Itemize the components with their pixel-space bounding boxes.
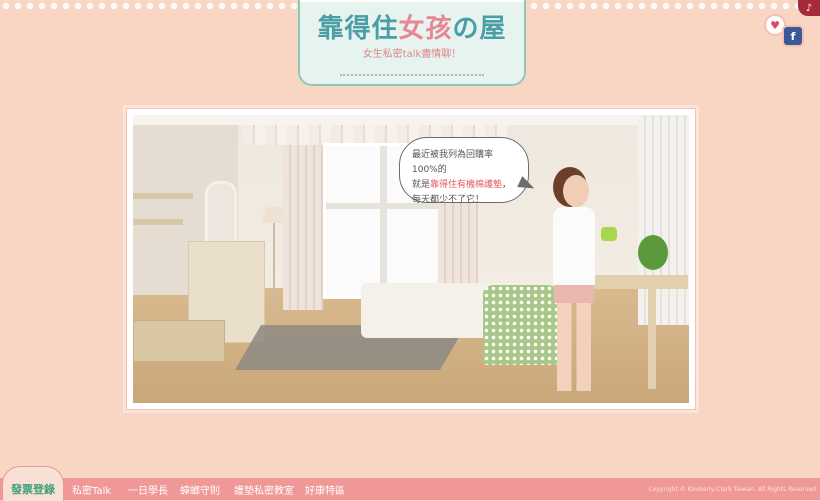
mirror bbox=[205, 181, 237, 247]
nav-rules[interactable]: 蟑螂守則 bbox=[180, 482, 220, 497]
logo-title: 靠得住女孩の屋 bbox=[317, 14, 507, 44]
speech-bubble: 最近被我列為回購率100%的 就是靠得住有機棉護墊， 每天都少不了它！ bbox=[399, 137, 529, 205]
nav-private-talk[interactable]: 私密Talk bbox=[72, 482, 111, 497]
music-icon[interactable]: ♪ bbox=[798, 0, 820, 16]
nav-private-classroom[interactable]: 護墊私密教室 bbox=[234, 482, 294, 497]
product-highlight: 靠得住有機棉護墊 bbox=[430, 180, 503, 190]
girl-body bbox=[553, 207, 595, 287]
logo-subtitle: 女生私密talk盡情聊！ bbox=[362, 49, 462, 60]
nav-one-day-senior[interactable]: 一日學長 bbox=[128, 482, 168, 497]
wall-shelf-lower bbox=[133, 219, 183, 225]
room-scene-frame: 最近被我列為回購率100%的 就是靠得住有機棉護墊， 每天都少不了它！ bbox=[126, 108, 696, 410]
nav-special-offers[interactable]: 好康特區 bbox=[305, 482, 345, 497]
curtain-far-right bbox=[638, 115, 689, 325]
armchair bbox=[483, 285, 558, 365]
girl-shorts bbox=[554, 285, 594, 303]
nav-invoice-login[interactable]: 發票登錄 bbox=[2, 466, 64, 501]
girl-head bbox=[563, 175, 589, 207]
logo-lace-decoration bbox=[340, 66, 484, 76]
desk bbox=[588, 275, 688, 289]
ceiling bbox=[133, 115, 689, 125]
desk-leg bbox=[648, 289, 656, 389]
girl-legs bbox=[557, 303, 591, 391]
facebook-icon[interactable]: f bbox=[784, 27, 802, 45]
site-logo[interactable]: 靠得住女孩の屋 女生私密talk盡情聊！ bbox=[298, 0, 526, 86]
bench bbox=[133, 320, 225, 362]
curtain-left bbox=[283, 145, 323, 310]
potted-plant bbox=[638, 235, 668, 270]
wall-shelf bbox=[133, 193, 193, 199]
room-scene-image: 最近被我列為回購率100%的 就是靠得住有機棉護墊， 每天都少不了它！ bbox=[133, 115, 689, 403]
copyright-text: Copyright © Kimberly-Clark Taiwan. All R… bbox=[648, 486, 816, 493]
floor-lamp-pole bbox=[273, 223, 275, 308]
watering-can bbox=[601, 227, 617, 241]
heart-icon[interactable]: ♥ bbox=[766, 16, 784, 34]
